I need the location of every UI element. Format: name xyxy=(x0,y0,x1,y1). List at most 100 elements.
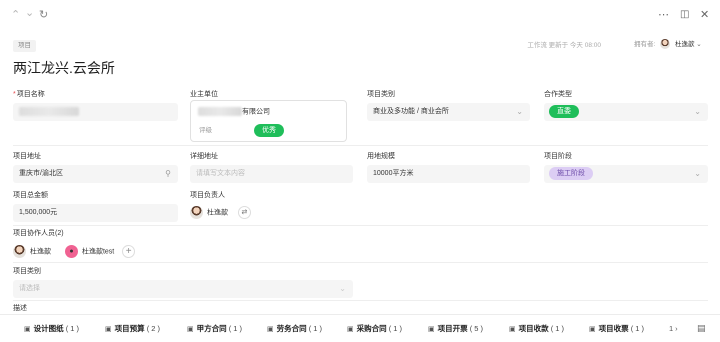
folder-icon: ▣ xyxy=(24,326,31,333)
field-label: 项目类别 xyxy=(13,268,41,275)
redacted-value xyxy=(198,107,242,116)
window-icon[interactable]: ▤ xyxy=(697,323,706,333)
field-label: 项目负责人 xyxy=(190,192,225,199)
field-description: 描述 xyxy=(13,304,113,313)
tab-labor-contract[interactable]: ▣ 劳务合同 ( 1 ) xyxy=(267,324,322,335)
chevron-down-icon: ⌄ xyxy=(694,107,701,116)
field-detail-address: 详细地址 请填写文本内容 xyxy=(190,152,353,183)
folder-icon: ▣ xyxy=(267,326,274,333)
chevron-down-icon: ⌄ xyxy=(696,41,702,48)
owner-name: 杜逸歆 xyxy=(674,41,695,48)
avatar xyxy=(190,206,203,219)
company-suffix: 有限公司 xyxy=(242,108,270,116)
folder-icon: ▣ xyxy=(428,326,435,333)
page-title: 两江龙兴.云会所 xyxy=(13,60,115,76)
field-project-category: 项目类别 商业及多功能 / 商业会所 ⌄ xyxy=(367,90,530,121)
refresh-icon[interactable]: ↻ xyxy=(39,9,48,21)
chevron-down-icon: ⌄ xyxy=(516,107,523,116)
folder-icon: ▣ xyxy=(509,326,516,333)
rating-label: 评级 xyxy=(199,127,212,134)
person-name: 杜逸歆test xyxy=(81,248,115,256)
location-pin-icon[interactable]: ⚲ xyxy=(165,165,171,183)
collaborator[interactable]: ● 杜逸歆test xyxy=(64,245,115,258)
field-land-scale: 用地规模 10000平方米 xyxy=(367,152,530,183)
owner-avatar xyxy=(660,39,671,50)
divider xyxy=(13,145,708,146)
folder-icon: ▣ xyxy=(589,326,596,333)
avatar xyxy=(13,245,26,258)
field-label: 项目总金额 xyxy=(13,192,48,199)
project-address-input[interactable]: 重庆市/渝北区 ⚲ xyxy=(13,165,178,183)
field-project-lead: 项目负责人 杜逸歆 ⇄ xyxy=(190,191,353,220)
field-label: 项目名称 xyxy=(16,91,45,98)
tab-project-budget[interactable]: ▣ 项目预算 ( 2 ) xyxy=(105,324,160,335)
field-label: 用地规模 xyxy=(367,153,395,160)
field-label: 描述 xyxy=(13,305,27,312)
cooperation-badge: 直委 xyxy=(549,104,579,118)
redacted-value xyxy=(19,106,79,116)
panel-icon[interactable]: ◫ xyxy=(680,8,689,22)
owner-label: 拥有者: xyxy=(634,41,656,48)
field-project-stage: 项目阶段 施工阶段 ⌄ xyxy=(544,152,708,183)
field-label: 项目地址 xyxy=(13,153,41,160)
tab-purchase-contract[interactable]: ▣ 采购合同 ( 1 ) xyxy=(347,324,402,335)
stage-badge: 施工阶段 xyxy=(549,166,593,180)
field-project-type: 项目类别 请选择 ⌄ xyxy=(13,267,353,298)
total-amount-input[interactable]: 1,500,000元 xyxy=(13,204,178,222)
lead-person[interactable]: 杜逸歆 xyxy=(190,206,228,219)
swap-icon[interactable]: ⇄ xyxy=(237,206,251,219)
add-collaborator-icon[interactable]: + xyxy=(122,245,136,258)
divider xyxy=(13,262,708,263)
project-category-select[interactable]: 商业及多功能 / 商业会所 ⌄ xyxy=(367,103,530,121)
tab-design-drawings[interactable]: ▣ 设计图纸 ( 1 ) xyxy=(24,324,79,335)
chevron-down-icon[interactable]: ⌄ xyxy=(25,7,34,19)
divider xyxy=(13,300,708,301)
tab-invoices-received[interactable]: ▣ 项目收票 ( 1 ) xyxy=(589,324,644,335)
input-value: 重庆市/渝北区 xyxy=(19,170,63,177)
field-label: 业主单位 xyxy=(190,91,218,98)
field-collaborators: 项目协作人员(2) 杜逸歆 ● 杜逸歆test + xyxy=(13,229,313,259)
field-owner-unit: 业主单位 xyxy=(190,90,347,99)
top-toolbar: ⌃ ⌄ ↻ ⋯ ◫ ✕ xyxy=(0,0,720,30)
tab-project-receipts[interactable]: ▣ 项目收款 ( 1 ) xyxy=(509,324,564,335)
field-label: 合作类型 xyxy=(544,91,572,98)
cooperation-type-select[interactable]: 直委 ⌄ xyxy=(544,103,708,121)
collaborator[interactable]: 杜逸歆 xyxy=(13,245,51,258)
tab-project-invoicing[interactable]: ▣ 项目开票 ( 5 ) xyxy=(428,324,483,335)
owner-selector[interactable]: 拥有者: 杜逸歆 ⌄ xyxy=(634,39,702,51)
more-icon[interactable]: ⋯ xyxy=(658,8,669,22)
project-stage-select[interactable]: 施工阶段 ⌄ xyxy=(544,165,708,183)
field-total-amount: 项目总金额 1,500,000元 xyxy=(13,191,178,222)
select-placeholder: 请选择 xyxy=(19,285,40,292)
chevron-down-icon: ⌄ xyxy=(694,169,701,178)
person-name: 杜逸歆 xyxy=(207,209,228,217)
field-label: 项目类别 xyxy=(367,91,395,98)
tab-overflow[interactable]: 1 › xyxy=(669,324,678,334)
owner-unit-card[interactable]: 有限公司 评级 优秀 xyxy=(190,100,347,142)
tab-client-contract[interactable]: ▣ 甲方合同 ( 1 ) xyxy=(187,324,242,335)
field-project-name: *项目名称 xyxy=(13,90,178,121)
close-icon[interactable]: ✕ xyxy=(700,8,709,22)
record-type-tag: 项目 xyxy=(13,40,36,52)
project-type-select[interactable]: 请选择 ⌄ xyxy=(13,280,353,298)
folder-icon: ▣ xyxy=(347,326,354,333)
select-value: 商业及多功能 / 商业会所 xyxy=(373,108,449,115)
update-meta: 工作流 更新于 今天 08:00 xyxy=(527,42,601,49)
field-project-address: 项目地址 重庆市/渝北区 ⚲ xyxy=(13,152,178,183)
person-name: 杜逸歆 xyxy=(30,248,51,256)
chevron-up-icon[interactable]: ⌃ xyxy=(11,9,20,21)
detail-address-input[interactable]: 请填写文本内容 xyxy=(190,165,353,183)
field-cooperation-type: 合作类型 直委 ⌄ xyxy=(544,90,708,121)
folder-icon: ▣ xyxy=(105,326,112,333)
chevron-down-icon: ⌄ xyxy=(339,284,346,293)
field-label: 详细地址 xyxy=(190,153,218,160)
chevron-right-icon: › xyxy=(675,324,678,333)
related-records-bar: ▣ 设计图纸 ( 1 ) ▣ 项目预算 ( 2 ) ▣ 甲方合同 ( 1 ) ▣ 劳务合… xyxy=(0,314,720,342)
rating-badge: 优秀 xyxy=(254,124,284,137)
avatar: ● xyxy=(64,245,78,258)
project-name-input[interactable] xyxy=(13,103,178,121)
land-scale-input[interactable]: 10000平方米 xyxy=(367,165,530,183)
folder-icon: ▣ xyxy=(187,326,194,333)
field-label: 项目协作人员(2) xyxy=(13,230,64,237)
field-label: 项目阶段 xyxy=(544,153,572,160)
